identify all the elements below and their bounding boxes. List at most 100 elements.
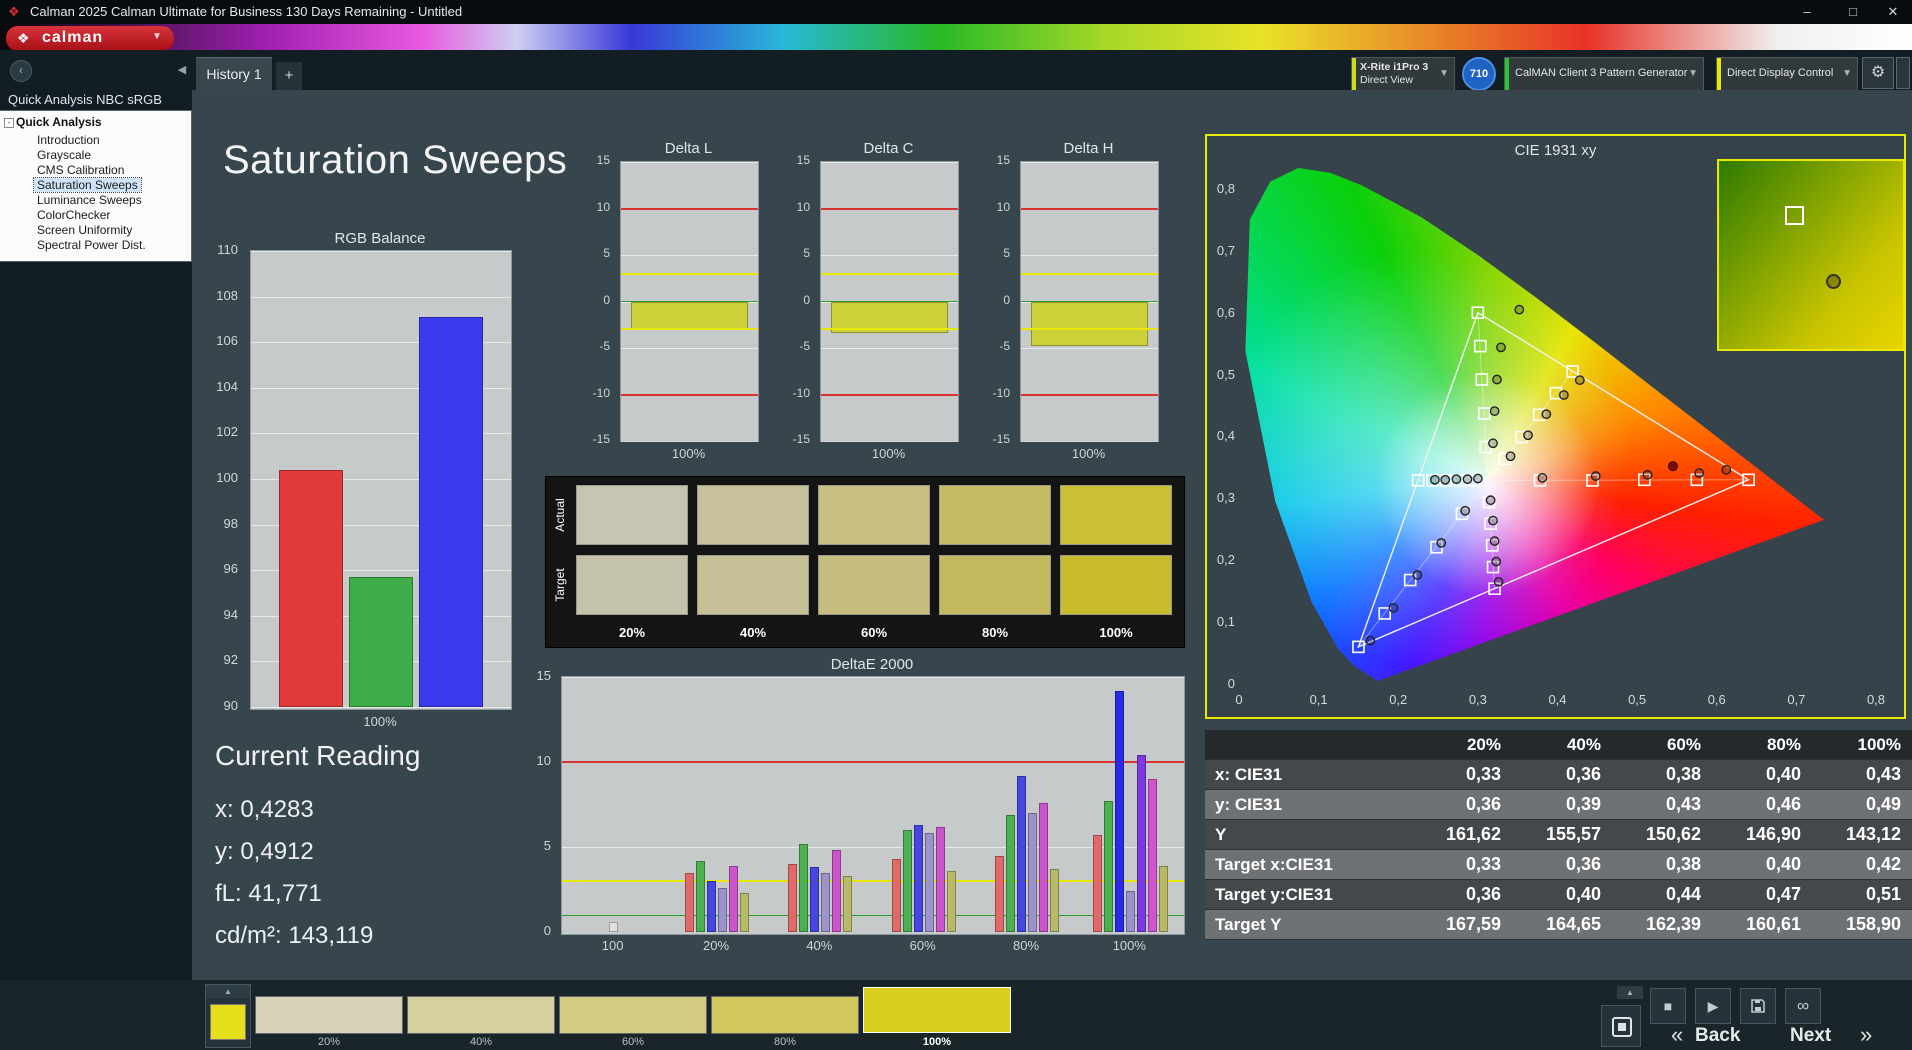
- window-title: Calman 2025 Calman Ultimate for Business…: [30, 4, 463, 19]
- deltae-bar: [729, 865, 738, 932]
- pattern-swatch-100%[interactable]: [863, 987, 1011, 1033]
- limit-line: [821, 301, 958, 302]
- table-cell: 0,43: [1815, 759, 1912, 790]
- table-cell: 164,65: [1515, 909, 1615, 940]
- sidebar-item-cms-calibration[interactable]: CMS Calibration: [34, 163, 127, 177]
- swatch-target-40%: [697, 555, 809, 615]
- table-cell: 143,12: [1815, 819, 1912, 850]
- sidebar-item-luminance-sweeps[interactable]: Luminance Sweeps: [34, 193, 145, 207]
- pattern-swatch-40%[interactable]: [407, 996, 555, 1034]
- table-cell: 146,90: [1715, 819, 1815, 850]
- limit-line: [562, 761, 1184, 763]
- next-chevrons-icon[interactable]: »: [1860, 1022, 1872, 1048]
- sidebar-item-colorchecker[interactable]: ColorChecker: [34, 208, 113, 222]
- axis-tick-label: 10: [796, 199, 810, 214]
- swatch-target-60%: [818, 555, 930, 615]
- grid-line: [821, 255, 958, 256]
- add-tab-button[interactable]: +: [276, 62, 302, 90]
- table-header: 20%: [1415, 730, 1515, 760]
- axis-tick-label: 102: [216, 424, 238, 440]
- deltae-y-axis: 0 5 10 15: [515, 668, 557, 938]
- delta-bar: [631, 301, 748, 330]
- collapse-up-icon[interactable]: ▲: [206, 985, 250, 998]
- collapse-up-icon[interactable]: ▲: [1617, 986, 1643, 999]
- reading-cd: cd/m²: 143,119: [215, 922, 374, 949]
- pattern-swatch-80%[interactable]: [711, 996, 859, 1034]
- grid-line: [621, 162, 758, 163]
- tree-expander-icon[interactable]: -: [4, 118, 14, 128]
- cie-y-tick: 0,1: [1216, 614, 1235, 630]
- sidebar-item-grayscale[interactable]: Grayscale: [34, 148, 94, 162]
- axis-tick-label: 15: [536, 668, 551, 683]
- grid-line: [1021, 255, 1158, 256]
- minimize-button[interactable]: –: [1786, 0, 1828, 24]
- sidebar-collapse-icon[interactable]: ◀: [174, 62, 190, 78]
- axis-tick-label: 110: [217, 242, 238, 257]
- pattern-swatch-60%[interactable]: [559, 996, 707, 1034]
- axis-tick-label: -5: [599, 339, 610, 353]
- deltae-bar: [740, 892, 749, 932]
- grid-line: [821, 441, 958, 442]
- axis-tick-label: 94: [223, 606, 238, 622]
- axis-tick-label: 98: [223, 515, 238, 531]
- cie-y-tick: 0,3: [1216, 490, 1235, 506]
- measured-point: [1721, 464, 1732, 475]
- sidebar-item-screen-uniformity[interactable]: Screen Uniformity: [34, 223, 135, 237]
- cie-y-tick: 0,6: [1216, 304, 1235, 320]
- save-button[interactable]: [1740, 988, 1776, 1024]
- grid-line: [1021, 441, 1158, 442]
- close-button[interactable]: ✕: [1872, 0, 1912, 24]
- table-cell: 0,40: [1715, 759, 1815, 790]
- delta-chart-title: Delta L: [664, 140, 713, 157]
- deltae-bar: [1103, 801, 1113, 932]
- deltae-bar: [685, 872, 694, 932]
- table-cell: 0,33: [1415, 849, 1515, 880]
- pattern-window-button[interactable]: [1601, 1005, 1641, 1047]
- cie-y-tick: 0,7: [1216, 242, 1235, 258]
- pattern-swatch-20%[interactable]: [255, 996, 403, 1034]
- deltae-bar: [935, 826, 945, 932]
- pattern-generator-button[interactable]: CalMAN Client 3 Pattern Generator ▼: [1504, 57, 1704, 91]
- floppy-icon: [1751, 999, 1765, 1013]
- swatch-col-label: 20%: [618, 625, 646, 640]
- nav-back-button[interactable]: ‹: [10, 60, 32, 82]
- deltae-bar: [902, 830, 912, 932]
- measured-point: [1558, 390, 1569, 400]
- display-control-button[interactable]: Direct Display Control ▼: [1716, 57, 1858, 91]
- meter-badge[interactable]: 710: [1462, 57, 1496, 91]
- back-chevrons-icon[interactable]: «: [1671, 1022, 1683, 1048]
- sidebar-item-saturation-sweeps[interactable]: Saturation Sweeps: [33, 177, 142, 193]
- next-button[interactable]: Next: [1790, 1025, 1831, 1047]
- sidebar-item-spectral-power-dist-[interactable]: Spectral Power Dist.: [34, 238, 149, 252]
- limit-line: [621, 272, 758, 275]
- measured-point: [1412, 570, 1423, 580]
- cie-y-tick: 0: [1227, 676, 1235, 691]
- cie-x-tick: 0,3: [1468, 692, 1487, 707]
- tab-history-1[interactable]: History 1: [196, 57, 272, 91]
- tree-root-label[interactable]: Quick Analysis: [16, 115, 102, 129]
- table-header: [1205, 730, 1415, 760]
- grid-line: [821, 348, 958, 349]
- axis-tick-label: 0: [543, 923, 551, 938]
- edge-panel-button[interactable]: [1896, 57, 1910, 89]
- limit-line: [621, 328, 758, 331]
- inset-measured-point: [1825, 273, 1841, 289]
- meter-device-button[interactable]: X-Rite i1Pro 3 Direct View ▼: [1351, 57, 1455, 91]
- cie-x-tick: 0,1: [1309, 692, 1328, 707]
- current-pattern-color-well: [210, 1004, 246, 1040]
- axis-tick-label: 40%: [806, 938, 833, 953]
- play-button[interactable]: ▶: [1695, 988, 1731, 1024]
- table-cell: 162,39: [1615, 909, 1715, 940]
- stop-button[interactable]: ■: [1650, 988, 1686, 1024]
- measured-point-dark: [1667, 461, 1678, 472]
- sweep-line: [1477, 312, 1489, 481]
- limit-line: [821, 393, 958, 396]
- sidebar-item-introduction[interactable]: Introduction: [34, 133, 103, 147]
- deltae-x-axis: 100 20% 40% 60% 80% 100%: [561, 938, 1183, 954]
- calman-menu-button[interactable]: ❖ calman ▼: [6, 26, 174, 51]
- link-button[interactable]: ∞: [1785, 988, 1821, 1024]
- maximize-button[interactable]: □: [1832, 0, 1874, 24]
- back-button[interactable]: Back: [1695, 1025, 1740, 1047]
- settings-gear-icon[interactable]: ⚙: [1862, 57, 1894, 89]
- table-cell: 0,49: [1815, 789, 1912, 820]
